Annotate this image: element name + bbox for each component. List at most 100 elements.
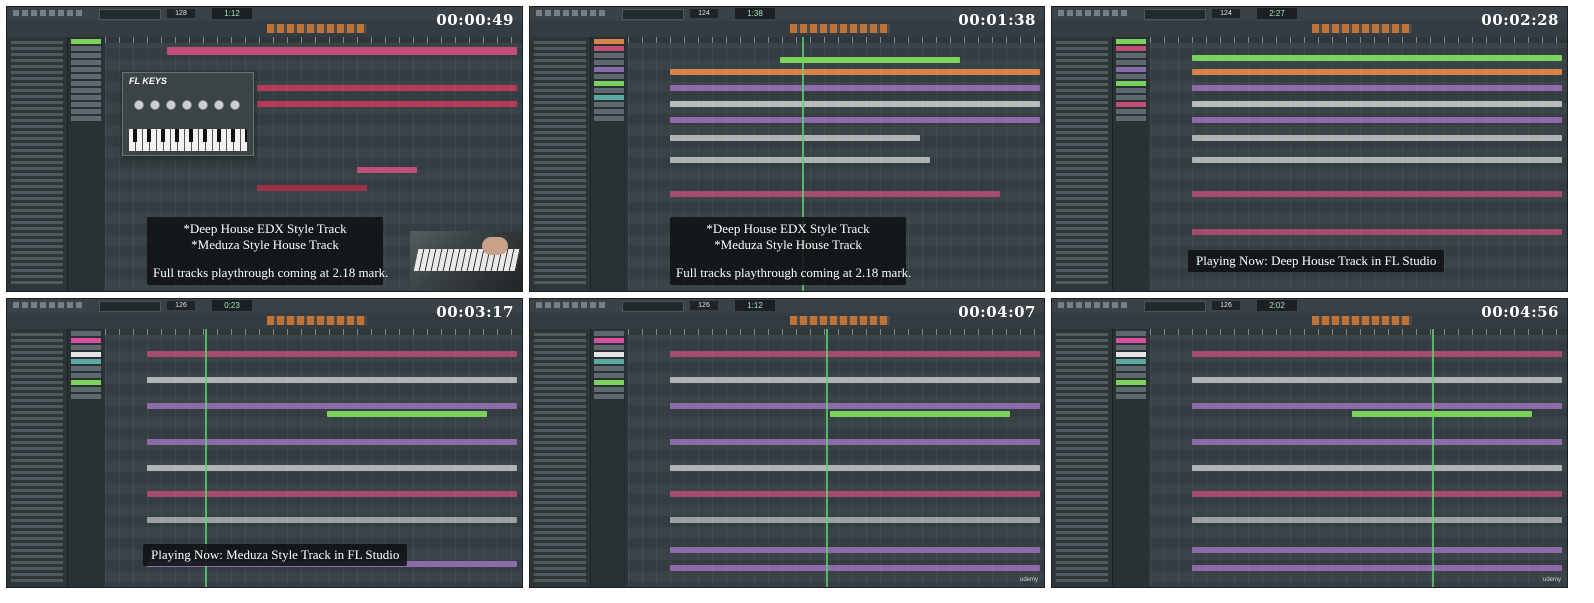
- menu-bar[interactable]: [13, 10, 83, 16]
- playlist-clip[interactable]: [257, 85, 517, 91]
- playlist-clip[interactable]: [1192, 157, 1562, 163]
- playlist-clip[interactable]: [670, 403, 1040, 409]
- playlist-clip[interactable]: [1192, 491, 1562, 497]
- channel-rack[interactable]: [592, 37, 626, 291]
- playlist-clip[interactable]: [1192, 465, 1562, 471]
- playlist-clip[interactable]: [257, 185, 367, 191]
- transport-controls[interactable]: [99, 301, 161, 312]
- channel-rack[interactable]: [69, 37, 103, 291]
- video-frame-6[interactable]: 00:04:56 126 2:02 udemy: [1051, 298, 1568, 588]
- playlist-clip[interactable]: [1192, 191, 1562, 197]
- playlist-clip[interactable]: [1192, 101, 1562, 107]
- tempo-display[interactable]: 126: [167, 301, 195, 310]
- timeline-ruler[interactable]: [105, 329, 522, 335]
- file-browser[interactable]: [7, 329, 68, 587]
- playlist-clip[interactable]: [1352, 411, 1532, 417]
- channel-rack[interactable]: [69, 329, 103, 587]
- playlist-clip[interactable]: [167, 47, 517, 55]
- playlist-clip[interactable]: [670, 547, 1040, 553]
- playlist-clip[interactable]: [670, 491, 1040, 497]
- playlist-clip[interactable]: [670, 517, 1040, 523]
- playlist-clip[interactable]: [670, 439, 1040, 445]
- playlist-clip[interactable]: [670, 85, 1040, 91]
- tempo-display[interactable]: 128: [167, 9, 195, 18]
- playlist-clip[interactable]: [1192, 517, 1562, 523]
- video-frame-4[interactable]: 00:03:17 126 0:23 Playing Now: Meduza St…: [6, 298, 523, 588]
- timeline-ruler[interactable]: [1150, 37, 1567, 43]
- playlist-clip[interactable]: [1192, 117, 1562, 123]
- playlist-clip[interactable]: [357, 167, 417, 173]
- playlist-clip[interactable]: [670, 117, 1040, 123]
- plugin-keyboard[interactable]: [129, 129, 247, 151]
- menu-bar[interactable]: [536, 10, 606, 16]
- playlist-clip[interactable]: [147, 351, 517, 357]
- timeline-ruler[interactable]: [628, 37, 1044, 43]
- playlist-clip[interactable]: [1192, 55, 1562, 61]
- playlist-clip[interactable]: [147, 377, 517, 383]
- playlist-clip[interactable]: [1192, 565, 1562, 571]
- video-frame-3[interactable]: 00:02:28 124 2:27 Playing Now: Deep Hous…: [1051, 6, 1568, 292]
- playlist-clip[interactable]: [670, 135, 920, 141]
- channel-rack[interactable]: [1114, 37, 1148, 291]
- file-browser[interactable]: [530, 329, 591, 587]
- playlist-clip[interactable]: [670, 101, 1040, 107]
- playlist-clip[interactable]: [1192, 403, 1562, 409]
- timeline-ruler[interactable]: [628, 329, 1044, 335]
- toolbar-buttons[interactable]: [1312, 316, 1412, 325]
- playlist-clip[interactable]: [147, 439, 517, 445]
- playlist-clip[interactable]: [1192, 69, 1562, 75]
- transport-controls[interactable]: [1144, 9, 1206, 20]
- video-frame-1[interactable]: 00:00:49 128 1:12 FL KEYS *Deep House ED…: [6, 6, 523, 292]
- playlist-clip[interactable]: [1192, 229, 1562, 235]
- video-frame-5[interactable]: 00:04:07 126 1:12 udemy: [529, 298, 1045, 588]
- video-frame-2[interactable]: 00:01:38 124 1:38 *Deep House EDX Style …: [529, 6, 1045, 292]
- playlist-clip[interactable]: [670, 191, 1000, 197]
- menu-bar[interactable]: [1058, 302, 1128, 308]
- toolbar-buttons[interactable]: [790, 316, 890, 325]
- playlist-clip[interactable]: [1192, 135, 1562, 141]
- transport-controls[interactable]: [622, 9, 684, 20]
- playlist-clip[interactable]: [830, 411, 1010, 417]
- playlist-clip[interactable]: [780, 57, 960, 63]
- plugin-knobs[interactable]: [131, 97, 245, 113]
- playlist-clip[interactable]: [670, 69, 1040, 75]
- playlist-clip[interactable]: [1192, 351, 1562, 357]
- playlist-clip[interactable]: [147, 465, 517, 471]
- toolbar-buttons[interactable]: [267, 24, 367, 33]
- menu-bar[interactable]: [1058, 10, 1128, 16]
- playhead[interactable]: [826, 329, 828, 587]
- file-browser[interactable]: [530, 37, 591, 291]
- timeline-ruler[interactable]: [1150, 329, 1567, 335]
- playlist-clip[interactable]: [1192, 85, 1562, 91]
- playlist-clip[interactable]: [1192, 377, 1562, 383]
- transport-controls[interactable]: [622, 301, 684, 312]
- tempo-display[interactable]: 126: [690, 301, 718, 310]
- playlist-clip[interactable]: [257, 101, 517, 107]
- playlist-clip[interactable]: [147, 517, 517, 523]
- toolbar-buttons[interactable]: [267, 316, 367, 325]
- toolbar-buttons[interactable]: [790, 24, 890, 33]
- playlist-clip[interactable]: [147, 403, 517, 409]
- tempo-display[interactable]: 124: [690, 9, 718, 18]
- playlist-clip[interactable]: [670, 465, 1040, 471]
- channel-rack[interactable]: [592, 329, 626, 587]
- timeline-ruler[interactable]: [105, 37, 522, 43]
- playlist-clip[interactable]: [670, 157, 930, 163]
- fl-keys-plugin-window[interactable]: FL KEYS: [122, 72, 254, 156]
- playlist-clip[interactable]: [670, 565, 1040, 571]
- playlist-clip[interactable]: [670, 377, 1040, 383]
- menu-bar[interactable]: [13, 302, 83, 308]
- playlist-clip[interactable]: [670, 351, 1040, 357]
- playlist-clip[interactable]: [1192, 439, 1562, 445]
- playlist-clip[interactable]: [147, 491, 517, 497]
- transport-controls[interactable]: [99, 9, 161, 20]
- file-browser[interactable]: [7, 37, 68, 291]
- playlist-clip[interactable]: [1192, 547, 1562, 553]
- file-browser[interactable]: [1052, 37, 1113, 291]
- menu-bar[interactable]: [536, 302, 606, 308]
- tempo-display[interactable]: 124: [1212, 9, 1240, 18]
- playlist-clip[interactable]: [327, 411, 487, 417]
- toolbar-buttons[interactable]: [1312, 24, 1412, 33]
- file-browser[interactable]: [1052, 329, 1113, 587]
- playhead[interactable]: [1432, 329, 1434, 587]
